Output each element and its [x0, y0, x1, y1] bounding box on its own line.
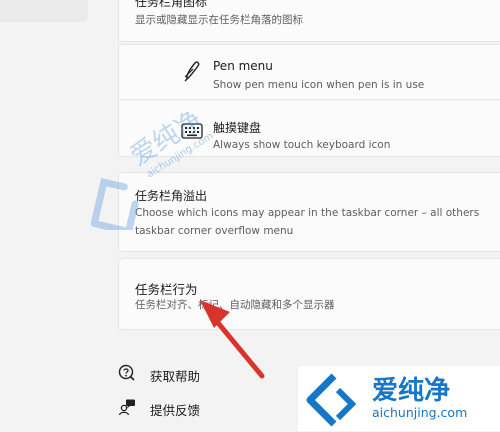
taskbar-corner-icons-title: 任务栏角图标: [135, 0, 208, 9]
brand-url: aichunjing.com: [372, 405, 468, 420]
taskbar-corner-overflow-desc-2: taskbar corner overflow menu: [135, 225, 294, 237]
nav-item-stub: [0, 0, 88, 22]
pen-icon: [181, 59, 203, 87]
give-feedback-link[interactable]: 提供反馈: [118, 398, 200, 420]
pen-menu-title: Pen menu: [213, 59, 273, 73]
feedback-icon: [118, 398, 136, 420]
brand-logo-icon: [304, 372, 366, 432]
taskbar-behaviors-title: 任务栏行为: [135, 282, 198, 297]
taskbar-corner-overflow-desc-1: Choose which icons may appear in the tas…: [135, 207, 480, 219]
give-feedback-label: 提供反馈: [150, 402, 201, 418]
taskbar-behaviors-card[interactable]: 任务栏行为 任务栏对齐、标记、自动隐藏和多个显示器: [118, 258, 500, 330]
taskbar-corner-overflow-card[interactable]: 任务栏角溢出 Choose which icons may appear in …: [118, 172, 500, 252]
touch-keyboard-desc: Always show touch keyboard icon: [213, 139, 391, 151]
pen-menu-row[interactable]: Pen menu Show pen menu icon when pen is …: [118, 44, 500, 100]
get-help-link[interactable]: 获取帮助: [118, 364, 200, 386]
pen-menu-desc: Show pen menu icon when pen is in use: [213, 79, 425, 91]
help-chat-icon: [118, 364, 136, 386]
brand-name: 爱纯净: [372, 376, 451, 406]
touch-keyboard-title: 触摸键盘: [213, 121, 262, 135]
touch-keyboard-row[interactable]: 触摸键盘 Always show touch keyboard icon: [118, 101, 500, 157]
keyboard-icon: [181, 123, 203, 143]
taskbar-behaviors-desc: 任务栏对齐、标记、自动隐藏和多个显示器: [135, 299, 335, 311]
taskbar-corner-overflow-title: 任务栏角溢出: [135, 189, 208, 203]
get-help-label: 获取帮助: [150, 368, 201, 384]
taskbar-corner-icons-card[interactable]: 任务栏角图标 显示或隐藏显示在任务栏角落的图标: [118, 0, 500, 42]
taskbar-corner-icons-desc: 显示或隐藏显示在任务栏角落的图标: [135, 14, 303, 26]
